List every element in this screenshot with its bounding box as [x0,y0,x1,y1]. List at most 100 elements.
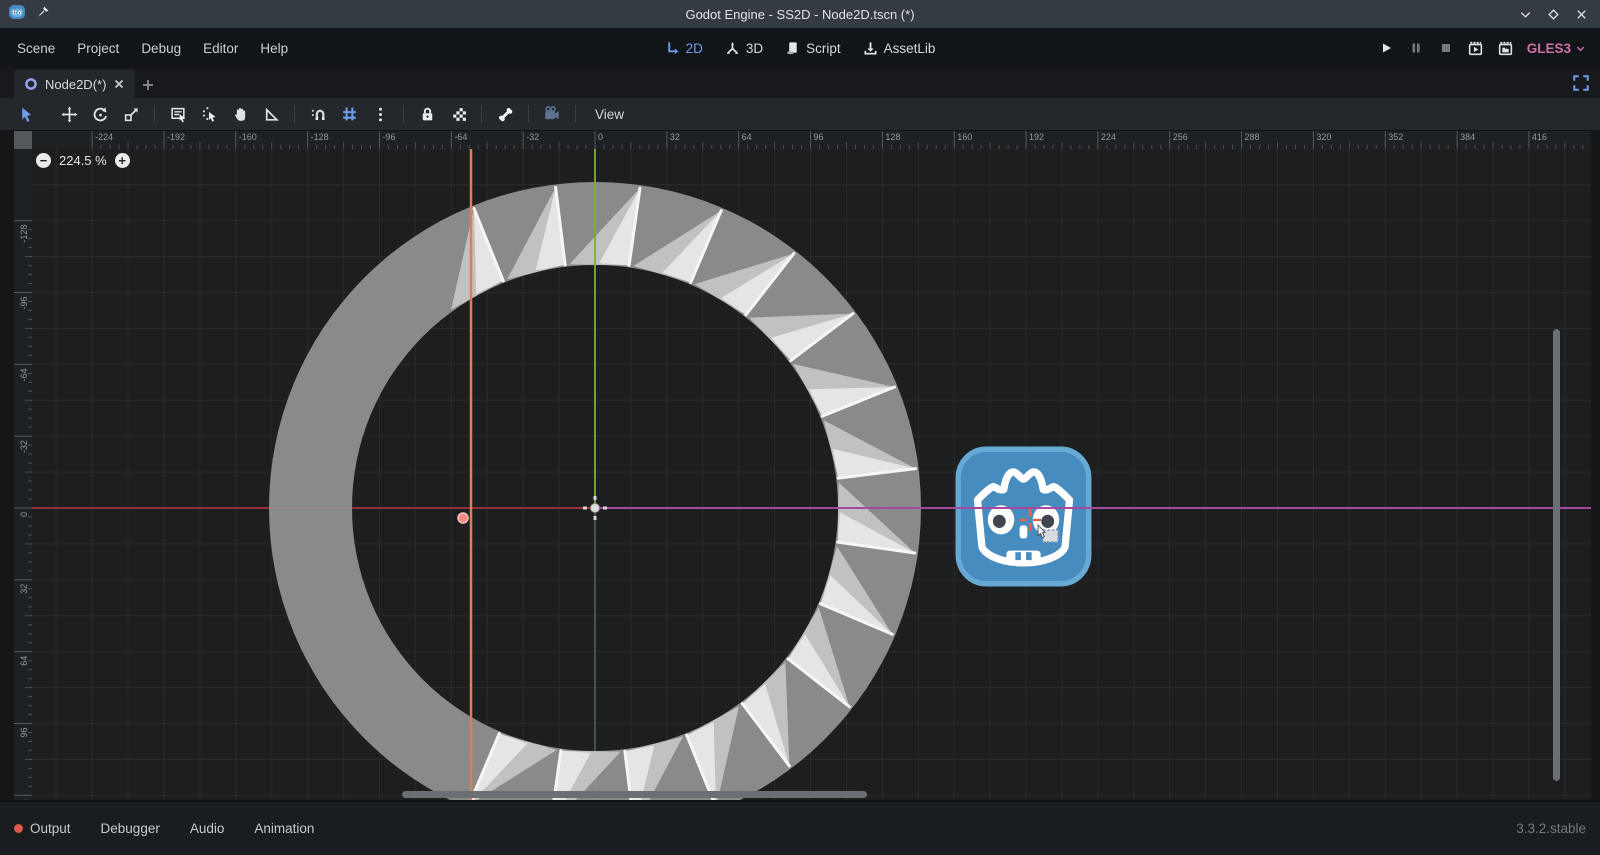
pivot-select-icon [201,106,218,123]
svg-text:-32: -32 [19,440,29,453]
godot-editor-window: Godot Engine - SS2D - Node2D.tscn (*) Sc… [0,0,1600,855]
assetlib-download-icon [863,41,878,56]
bottom-tab-audio[interactable]: Audio [190,821,225,836]
snap-options-button[interactable] [366,101,394,127]
script-icon [785,41,800,56]
svg-text:128: 128 [885,132,900,142]
select-tool-button[interactable] [12,101,40,127]
svg-text:288: 288 [1245,132,1260,142]
context-script-label: Script [806,41,841,56]
bottom-tab-debugger[interactable]: Debugger [101,821,160,836]
node2d-icon [24,77,38,91]
svg-text:416: 416 [1532,132,1547,142]
svg-text:0: 0 [19,512,29,517]
version-label: 3.3.2.stable [1516,821,1586,836]
title-bar: Godot Engine - SS2D - Node2D.tscn (*) [0,0,1600,28]
pan-tool-button[interactable] [226,101,254,127]
svg-text:384: 384 [1460,132,1475,142]
svg-text:-160: -160 [239,132,257,142]
skeleton-options-button[interactable] [491,101,519,127]
new-scene-tab-button[interactable] [135,72,161,98]
svg-text:0: 0 [598,132,603,142]
horizontal-ruler: -224-192-160-128-96-64-32032649612816019… [32,131,1591,149]
menu-editor[interactable]: Editor [192,35,249,62]
camera-icon [543,105,561,123]
godot-icon-sprite[interactable] [958,449,1089,583]
svg-text:320: 320 [1316,132,1331,142]
zoom-level-label: 224.5 % [59,153,107,168]
grid-snap-button[interactable] [335,101,363,127]
menu-scene[interactable]: Scene [6,35,66,62]
chevron-down-icon [1575,43,1586,54]
context-assetlib-button[interactable]: AssetLib [863,41,936,56]
camera-override-button[interactable] [538,101,566,127]
svg-text:-96: -96 [19,296,29,309]
group-object-button[interactable] [444,101,472,127]
2d-viewport: -224-192-160-128-96-64-32032649612816019… [0,131,1600,800]
smart-snap-button[interactable] [304,101,332,127]
video-driver-select[interactable]: GLES3 [1527,41,1586,56]
list-select-tool-button[interactable] [164,101,192,127]
stop-button[interactable] [1437,39,1455,57]
pause-button[interactable] [1407,39,1425,57]
main-menu-bar: SceneProjectDebugEditorHelp 2D 3D Script As… [0,28,1600,68]
menu-debug[interactable]: Debug [130,35,192,62]
context-2d-button[interactable]: 2D [665,41,703,56]
vertical-scrollbar-thumb[interactable] [1553,329,1560,781]
menu-project[interactable]: Project [66,35,130,62]
canvas-area[interactable]: − 224.5 % + [32,149,1591,800]
rotate-tool-button[interactable] [86,101,114,127]
ruler-icon [263,106,280,123]
zoom-out-button[interactable]: − [36,153,51,168]
three-dots-vertical-icon [372,106,389,123]
svg-text:128: 128 [19,799,29,800]
horizontal-scrollbar-thumb[interactable] [402,791,867,798]
context-3d-button[interactable]: 3D [725,41,763,56]
move-tool-button[interactable] [55,101,83,127]
scene-tab-label: Node2D(*) [45,77,106,92]
video-driver-label: GLES3 [1527,41,1571,56]
window-title: Godot Engine - SS2D - Node2D.tscn (*) [0,7,1600,22]
output-errors-indicator [14,824,23,833]
svg-text:160: 160 [957,132,972,142]
pivot-tool-button[interactable] [195,101,223,127]
move-icon [61,106,78,123]
select-arrow-icon [18,106,35,123]
2d-icon [665,41,680,56]
scale-tool-button[interactable] [117,101,145,127]
svg-text:64: 64 [19,656,29,666]
view-menu-button[interactable]: View [585,103,634,126]
svg-text:224: 224 [1101,132,1116,142]
maximize-button[interactable] [1546,7,1560,21]
svg-text:-192: -192 [167,132,185,142]
close-window-button[interactable] [1574,7,1588,21]
playback-controls: GLES3 [1377,39,1600,57]
distraction-free-mode-button[interactable] [1572,74,1590,92]
zoom-in-button[interactable]: + [115,153,130,168]
svg-text:32: 32 [670,132,680,142]
scene-tab-node2d[interactable]: Node2D(*) [14,70,135,98]
close-tab-icon[interactable] [113,78,125,90]
svg-text:-64: -64 [19,368,29,381]
ruler-tool-button[interactable] [257,101,285,127]
bottom-panel-bar: Output Debugger Audio Animation 3.3.2.stabl… [0,800,1600,855]
svg-text:-96: -96 [382,132,395,142]
grid-snap-icon [341,106,358,123]
canvas-toolbar: View [0,98,1600,131]
bottom-tab-animation[interactable]: Animation [254,821,314,836]
context-assetlib-label: AssetLib [884,41,936,56]
bottom-tab-output[interactable]: Output [14,821,71,836]
lock-object-button[interactable] [413,101,441,127]
point-handle[interactable] [458,513,468,523]
group-pixels-icon [450,106,467,123]
play-scene-button[interactable] [1467,39,1485,57]
lock-icon [419,106,436,123]
play-custom-scene-button[interactable] [1497,39,1515,57]
vertical-ruler: -128-96-64-320326496128 [14,149,32,800]
play-button[interactable] [1377,39,1395,57]
minimize-button[interactable] [1518,7,1532,21]
svg-text:-128: -128 [311,132,329,142]
menu-help[interactable]: Help [249,35,299,62]
context-script-button[interactable]: Script [785,41,841,56]
context-3d-label: 3D [746,41,763,56]
